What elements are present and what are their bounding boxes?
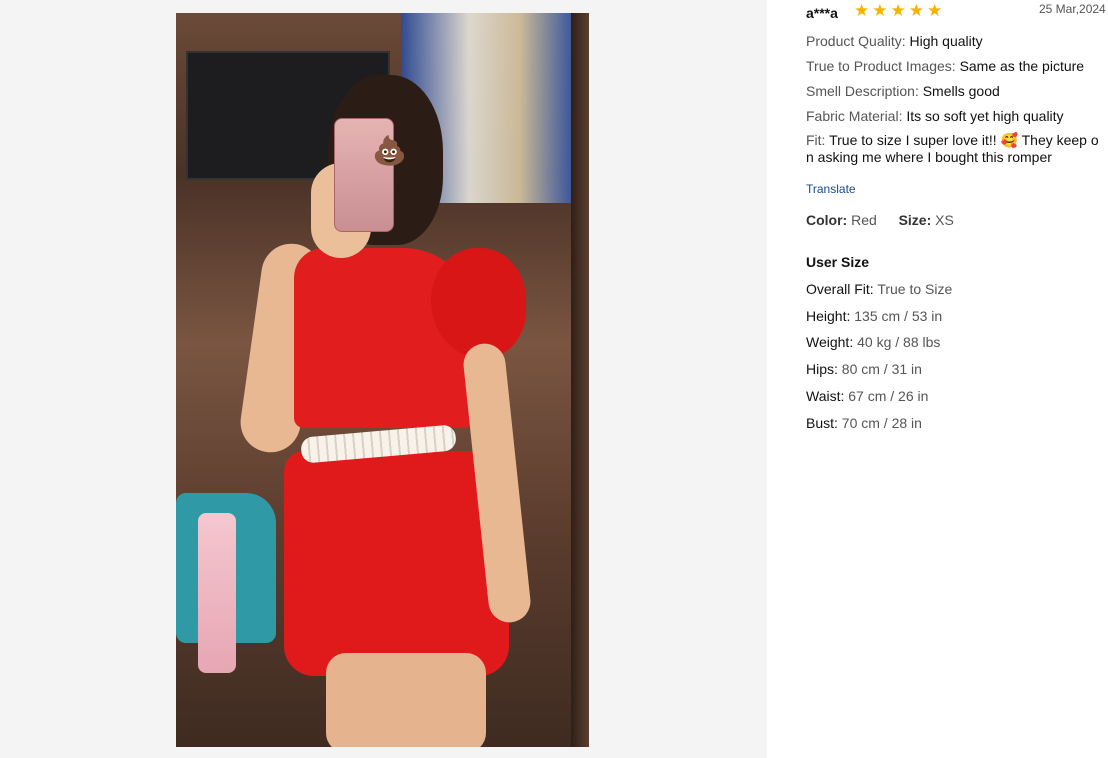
attr-label: Smell Description: [806, 83, 919, 99]
photo-poop-sticker-icon: 💩 [372, 135, 407, 166]
user-size-label: Bust: [806, 415, 838, 431]
size-label: Size: [898, 212, 932, 228]
attr-smell-description: Smell Description: Smells good [806, 83, 1000, 99]
photo-legs [326, 653, 486, 747]
user-size-overall-fit: Overall Fit: True to Size [806, 281, 952, 297]
user-size-weight: Weight: 40 kg / 88 lbs [806, 334, 940, 350]
attr-label: True to Product Images: [806, 58, 956, 74]
user-size-title: User Size [806, 254, 870, 270]
sku-info: Color: Red Size: XS [806, 212, 954, 228]
user-size-value: 40 kg / 88 lbs [857, 334, 941, 350]
attr-label: Fabric Material: [806, 108, 903, 124]
review-photo[interactable]: 💩 [176, 13, 589, 747]
user-size-value: 70 cm / 28 in [841, 415, 922, 431]
attr-value: High quality [909, 33, 983, 49]
color-label: Color: [806, 212, 848, 228]
user-size-bust: Bust: 70 cm / 28 in [806, 415, 922, 431]
user-size-value: 67 cm / 26 in [848, 388, 929, 404]
user-size-label: Height: [806, 308, 851, 324]
rating-stars-icon: ★★★★★ [854, 1, 946, 20]
attr-product-quality: Product Quality: High quality [806, 33, 983, 49]
size-value: XS [935, 212, 954, 228]
review-text: True to size I super love it!! 🥰 They ke… [806, 132, 1099, 165]
user-size-label: Waist: [806, 388, 845, 404]
review-date: 25 Mar,2024 [1039, 2, 1106, 16]
user-size-hips: Hips: 80 cm / 31 in [806, 361, 922, 377]
attr-label: Product Quality: [806, 33, 906, 49]
photo-dress-ruffle [431, 248, 526, 358]
color-value: Red [851, 212, 877, 228]
user-size-label: Overall Fit: [806, 281, 874, 297]
photo-spray-bottle [198, 513, 236, 673]
user-size-label: Hips: [806, 361, 838, 377]
attr-fabric-material: Fabric Material: Its so soft yet high qu… [806, 108, 1064, 124]
attr-fit: Fit: True to size I super love it!! 🥰 Th… [806, 132, 1104, 166]
user-size-value: 135 cm / 53 in [854, 308, 943, 324]
translate-link[interactable]: Translate [806, 182, 856, 196]
attr-value: Its so soft yet high quality [906, 108, 1064, 124]
reviewer-username: a***a [806, 5, 838, 21]
user-size-value: True to Size [877, 281, 953, 297]
user-size-height: Height: 135 cm / 53 in [806, 308, 942, 324]
user-size-value: 80 cm / 31 in [841, 361, 922, 377]
photo-mirror-edge [571, 13, 589, 747]
user-size-waist: Waist: 67 cm / 26 in [806, 388, 928, 404]
review-photo-panel: 💩 [0, 0, 767, 758]
attr-true-to-images: True to Product Images: Same as the pict… [806, 58, 1084, 74]
attr-value: Same as the picture [959, 58, 1085, 74]
attr-label: Fit: [806, 132, 826, 148]
attr-value: Smells good [922, 83, 1000, 99]
user-size-label: Weight: [806, 334, 854, 350]
